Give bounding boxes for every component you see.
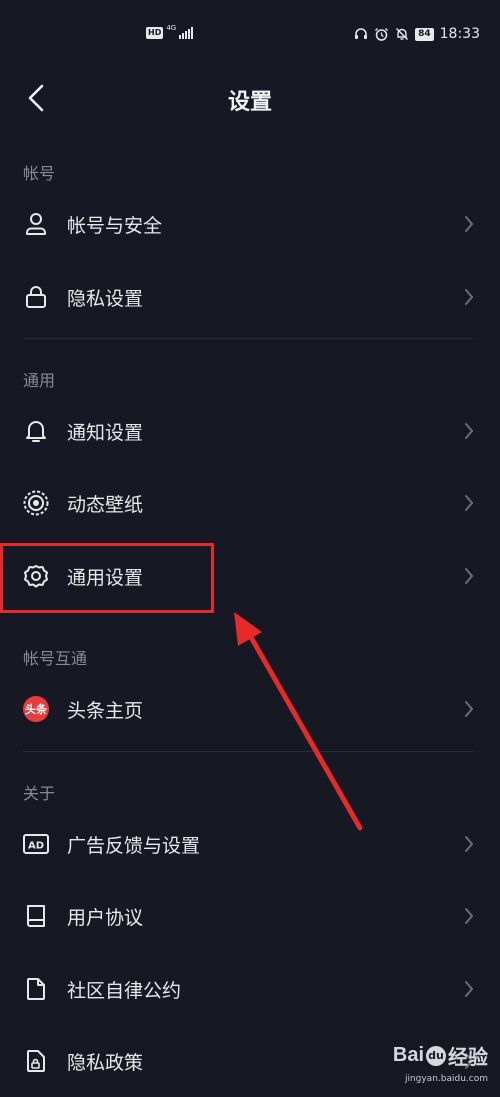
status-left: HD 4G: [146, 24, 194, 39]
row-privacy-settings[interactable]: 隐私设置: [0, 261, 500, 333]
gear-icon: [22, 562, 50, 590]
row-label: 通知设置: [67, 421, 144, 444]
paw-icon: du: [426, 1045, 446, 1066]
baidu-watermark: Bai du 经验: [393, 1041, 488, 1070]
section-header-account-linking: 帐号互通: [23, 649, 88, 668]
page-title: 设置: [227, 90, 272, 115]
row-account-security[interactable]: 帐号与安全: [0, 188, 500, 260]
chevron-right-icon: [462, 834, 476, 854]
row-toutiao-homepage[interactable]: 头条 头条主页: [0, 673, 500, 745]
divider: [23, 338, 473, 339]
watermark-suffix: 经验: [448, 1047, 488, 1069]
book-icon: [22, 902, 50, 930]
chevron-right-icon: [462, 493, 476, 513]
signal-icon: [179, 27, 194, 39]
row-label: 社区自律公约: [67, 979, 182, 1002]
section-header-about: 关于: [23, 784, 56, 803]
chevron-right-icon: [462, 421, 476, 441]
status-right: 84 18:33: [354, 26, 480, 42]
row-label: 帐号与安全: [67, 214, 163, 237]
clock: 18:33: [439, 26, 480, 42]
chevron-right-icon: [462, 214, 476, 234]
watermark-logo: Bai: [392, 1044, 424, 1066]
chevron-right-icon: [462, 979, 476, 999]
hd-badge: HD: [146, 27, 164, 39]
bell-icon: [22, 417, 50, 445]
row-label: 隐私设置: [67, 287, 144, 310]
section-header-account: 帐号: [23, 164, 56, 183]
alarm-icon: [375, 27, 389, 41]
row-notification-settings[interactable]: 通知设置: [0, 395, 500, 467]
ad-icon-text: AD: [28, 841, 44, 852]
row-label: 通用设置: [67, 566, 144, 589]
watermark-url: jingyan.baidu.com: [404, 1074, 488, 1084]
headset-icon: [355, 28, 368, 39]
row-label: 动态壁纸: [67, 493, 144, 516]
divider: [23, 751, 473, 752]
network-type: 4G: [166, 24, 177, 32]
row-user-agreement[interactable]: 用户协议: [0, 880, 500, 952]
privacy-document-icon: [22, 1047, 50, 1075]
row-ad-feedback[interactable]: AD 广告反馈与设置: [0, 808, 500, 880]
nav-bar: 设置: [0, 72, 500, 124]
section-header-general: 通用: [23, 371, 56, 390]
toutiao-logo-text: 头条: [23, 696, 49, 722]
status-bar: HD 4G 84 18:33: [0, 0, 500, 72]
row-general-settings[interactable]: 通用设置: [0, 540, 500, 612]
row-label: 用户协议: [67, 906, 144, 929]
lock-icon: [22, 283, 50, 311]
ad-icon: AD: [22, 830, 50, 858]
row-community-guidelines[interactable]: 社区自律公约: [0, 953, 500, 1025]
battery-icon: 84: [415, 27, 434, 41]
chevron-right-icon: [462, 906, 476, 926]
document-icon: [22, 975, 50, 1003]
row-live-wallpaper[interactable]: 动态壁纸: [0, 467, 500, 539]
toutiao-logo: 头条: [22, 695, 50, 723]
chevron-right-icon: [462, 699, 476, 719]
chevron-right-icon: [462, 566, 476, 586]
row-label: 广告反馈与设置: [67, 834, 201, 857]
mute-bell-icon: [396, 28, 409, 40]
live-wallpaper-icon: [22, 489, 50, 517]
user-icon: [22, 210, 50, 238]
chevron-right-icon: [462, 287, 476, 307]
row-label: 头条主页: [67, 699, 144, 722]
row-label: 隐私政策: [67, 1051, 144, 1074]
